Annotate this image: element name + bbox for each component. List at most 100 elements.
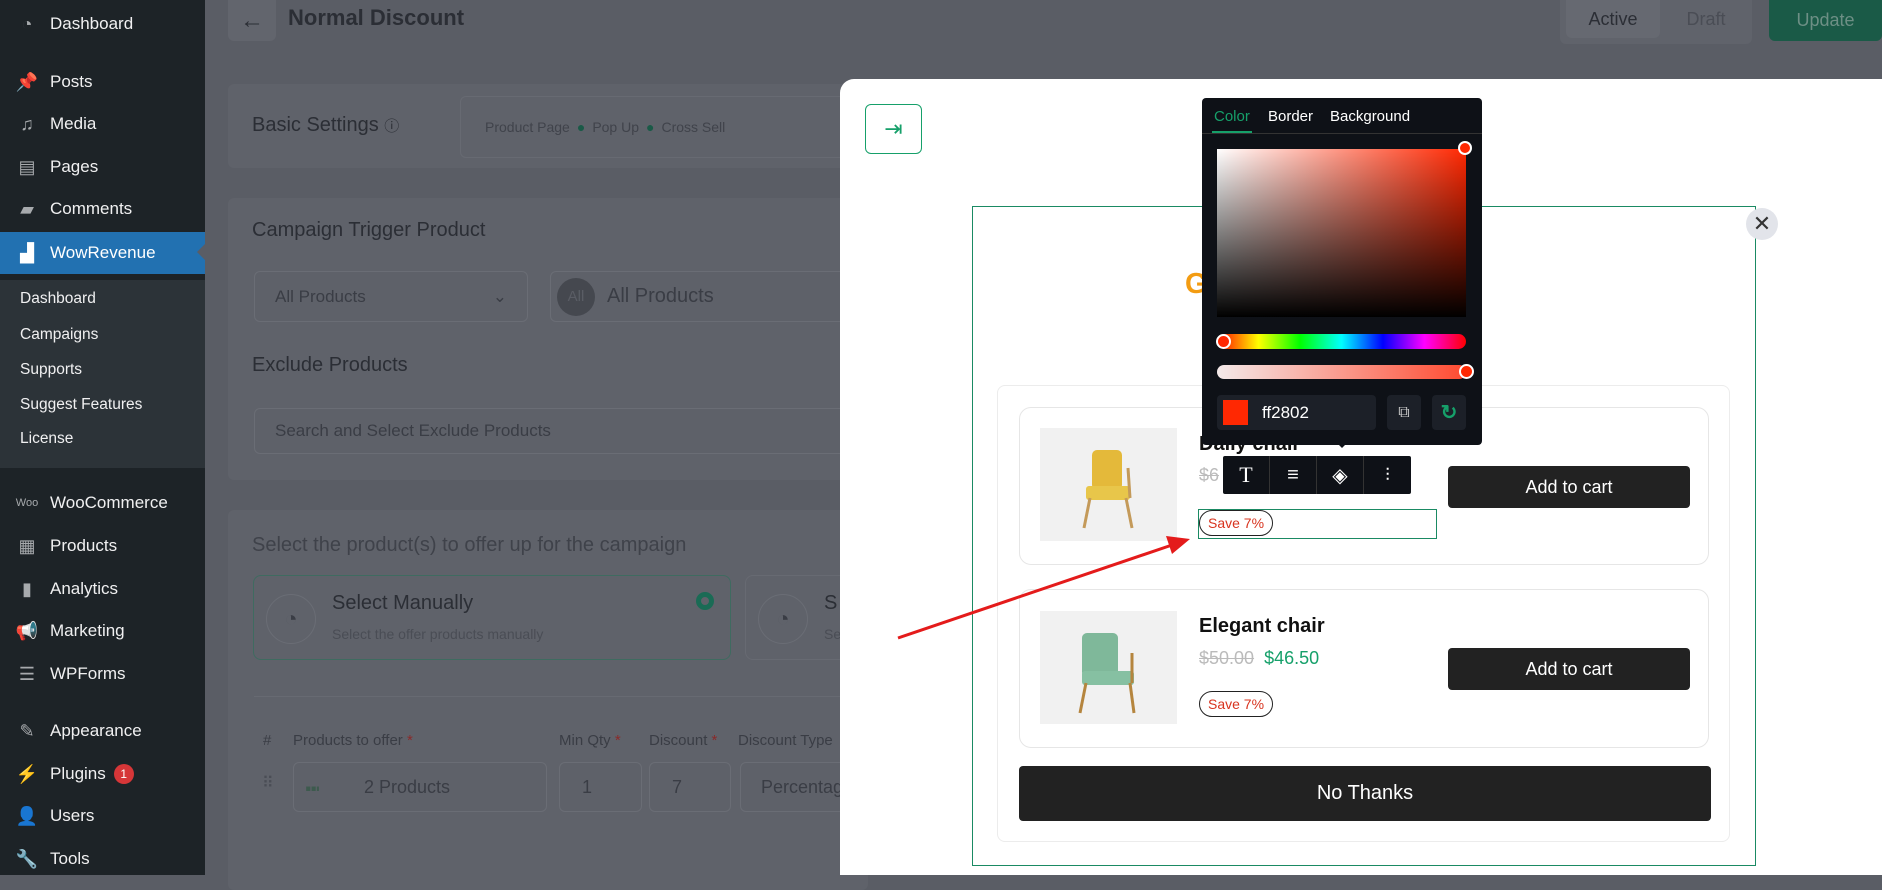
product-thumbs: ⑉: [306, 771, 320, 796]
plug-icon: ⚡: [15, 763, 39, 784]
alpha-slider[interactable]: [1217, 365, 1466, 379]
align-button[interactable]: ≡: [1270, 456, 1317, 494]
option-title: Select Manually: [332, 592, 474, 614]
submenu-dashboard[interactable]: Dashboard: [20, 290, 96, 308]
submenu-suggest-features[interactable]: Suggest Features: [20, 396, 142, 414]
chair-image: [1078, 633, 1136, 714]
hue-slider[interactable]: [1217, 334, 1466, 349]
reset-button[interactable]: ↻: [1432, 395, 1466, 430]
menu-media[interactable]: ♫ Media: [0, 104, 205, 144]
sliders-icon: ⫶: [1385, 464, 1390, 485]
megaphone-icon: 📢: [15, 620, 39, 641]
menu-tools[interactable]: 🔧 Tools: [0, 839, 205, 879]
add-to-cart-button[interactable]: Add to cart: [1448, 648, 1690, 690]
arrow-right-bar-icon: ⇥: [884, 116, 903, 141]
status-active[interactable]: Active: [1566, 0, 1660, 38]
pie-icon: ◔: [266, 594, 316, 644]
option-desc: Se: [824, 626, 842, 642]
select-manually-option[interactable]: ◔ Select Manually Select the offer produ…: [253, 575, 731, 660]
radio-selected[interactable]: [696, 592, 714, 610]
status-draft[interactable]: Draft: [1660, 0, 1752, 38]
exit-editor-button[interactable]: ⇥: [865, 104, 922, 154]
save-badge[interactable]: Save 7%: [1199, 691, 1274, 717]
copy-icon: ⧉: [1398, 403, 1410, 421]
product-image-green-chair: [1040, 611, 1177, 724]
menu-marketing[interactable]: 📢 Marketing: [0, 611, 205, 651]
product-image-yellow-chair: [1040, 428, 1177, 541]
close-popup-button[interactable]: ✕: [1746, 208, 1778, 240]
update-button[interactable]: Update: [1769, 0, 1882, 41]
menu-woocommerce[interactable]: Woo WooCommerce: [0, 483, 205, 523]
fill-color-button[interactable]: ◈: [1317, 456, 1364, 494]
dashboard-icon: ◔: [21, 13, 33, 34]
menu-products[interactable]: ▦ Products: [0, 526, 205, 566]
hex-input[interactable]: ff2802: [1217, 395, 1376, 430]
divider: [254, 696, 894, 697]
brush-icon: ✎: [19, 720, 35, 741]
tab-background[interactable]: Background: [1330, 108, 1410, 125]
menu-comments[interactable]: ▰ Comments: [0, 189, 205, 229]
media-icon: ♫: [20, 113, 34, 134]
trigger-title: Campaign Trigger Product: [252, 219, 486, 241]
menu-plugins[interactable]: ⚡ Plugins 1: [0, 754, 205, 794]
hue-handle[interactable]: [1216, 334, 1231, 349]
wowrevenue-submenu: Dashboard Campaigns Supports Suggest Fea…: [0, 280, 205, 468]
active-tab-indicator: [1212, 131, 1252, 133]
submenu-license[interactable]: License: [20, 430, 73, 448]
menu-appearance[interactable]: ✎ Appearance: [0, 711, 205, 751]
settings-sliders-button[interactable]: ⫶: [1364, 456, 1411, 494]
form-icon: ☰: [18, 663, 36, 684]
color-picker-popover: Color Border Background ff2802 ⧉ ↻: [1202, 98, 1482, 448]
saturation-area[interactable]: [1217, 149, 1466, 317]
campaign-steps: Product Page ● Pop Up ● Cross Sell: [460, 96, 880, 158]
min-qty-input[interactable]: 1: [559, 762, 642, 812]
back-button[interactable]: ←: [228, 0, 276, 41]
drag-handle-icon[interactable]: ⠿: [262, 773, 274, 793]
add-to-cart-button[interactable]: Add to cart: [1448, 466, 1690, 508]
pages-icon: ▤: [18, 156, 36, 177]
no-thanks-button[interactable]: No Thanks: [1019, 766, 1711, 821]
alpha-handle[interactable]: [1459, 364, 1474, 379]
trigger-card: Campaign Trigger Product All Products ⌄ A…: [228, 198, 880, 480]
product-price: $6: [1199, 465, 1220, 485]
submenu-campaigns[interactable]: Campaigns: [20, 326, 98, 344]
trigger-products-field[interactable]: All All Products: [550, 271, 880, 322]
chair-image: [1082, 450, 1134, 529]
save-badge[interactable]: Save 7%: [1199, 510, 1274, 536]
popover-pointer: [1335, 441, 1349, 455]
arrow-left-icon: ←: [240, 6, 264, 34]
tab-color[interactable]: Color: [1214, 108, 1250, 125]
bar-chart-icon: ▮: [22, 578, 32, 599]
comment-icon: ▰: [20, 198, 34, 219]
copy-button[interactable]: ⧉: [1387, 395, 1421, 430]
menu-posts[interactable]: 📌 Posts: [0, 62, 205, 102]
tab-border[interactable]: Border: [1268, 108, 1313, 125]
product-price: $50.00 $46.50: [1199, 648, 1320, 668]
product-name: Elegant chair: [1199, 615, 1325, 637]
align-icon: ≡: [1287, 463, 1299, 486]
offer-title: Select the product(s) to offer up for th…: [252, 534, 687, 556]
saturation-handle[interactable]: [1458, 141, 1472, 155]
paint-bucket-icon: ◈: [1332, 464, 1348, 487]
woo-icon: Woo: [15, 497, 39, 509]
exclude-products-input[interactable]: Search and Select Exclude Products: [254, 408, 880, 454]
option-title: S: [824, 592, 838, 614]
menu-pages[interactable]: ▤ Pages: [0, 147, 205, 187]
discount-input[interactable]: 7: [649, 762, 731, 812]
tab-divider: [1202, 133, 1482, 134]
trigger-type-select[interactable]: All Products ⌄: [254, 271, 528, 322]
menu-wpforms[interactable]: ☰ WPForms: [0, 654, 205, 694]
menu-analytics[interactable]: ▮ Analytics: [0, 569, 205, 609]
submenu-supports[interactable]: Supports: [20, 361, 82, 379]
pie-icon: ◔: [758, 594, 808, 644]
menu-dashboard[interactable]: ◔ Dashboard: [0, 4, 205, 44]
text-style-button[interactable]: T: [1223, 456, 1270, 494]
plugins-update-badge: 1: [113, 764, 134, 784]
element-toolbar: T ≡ ◈ ⫶: [1223, 456, 1411, 494]
menu-users[interactable]: 👤 Users: [0, 796, 205, 836]
option-desc: Select the offer products manually: [332, 626, 544, 642]
all-chip: All: [557, 277, 595, 316]
status-toggle: Active Draft: [1560, 0, 1752, 44]
products-to-offer-field[interactable]: ⑉ 2 Products: [293, 762, 547, 812]
menu-wowrevenue[interactable]: ▟ WowRevenue: [0, 232, 205, 274]
